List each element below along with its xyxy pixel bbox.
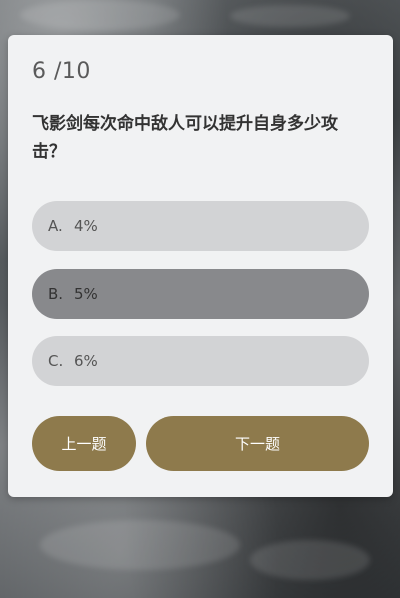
question-progress: 6 /10: [32, 59, 91, 84]
option-text: 5%: [74, 285, 98, 303]
background-texture: [40, 520, 240, 570]
option-b[interactable]: B. 5%: [32, 269, 369, 319]
question-text: 飞影剑每次命中敌人可以提升自身多少攻击？: [32, 114, 338, 162]
quiz-card: 6 /10 飞影剑每次命中敌人可以提升自身多少攻击？ A. 4% B. 5% C…: [8, 35, 393, 497]
background-texture: [250, 540, 370, 580]
option-text: 6%: [74, 352, 98, 370]
background-texture: [20, 0, 180, 30]
option-a[interactable]: A. 4%: [32, 201, 369, 251]
option-letter: B.: [48, 285, 64, 303]
prev-question-button[interactable]: 上一题: [32, 416, 136, 471]
option-text: 4%: [74, 217, 98, 235]
next-question-button[interactable]: 下一题: [146, 416, 369, 471]
option-letter: C.: [48, 352, 64, 370]
option-letter: A.: [48, 217, 63, 235]
background-texture: [230, 5, 350, 27]
option-c[interactable]: C. 6%: [32, 336, 369, 386]
